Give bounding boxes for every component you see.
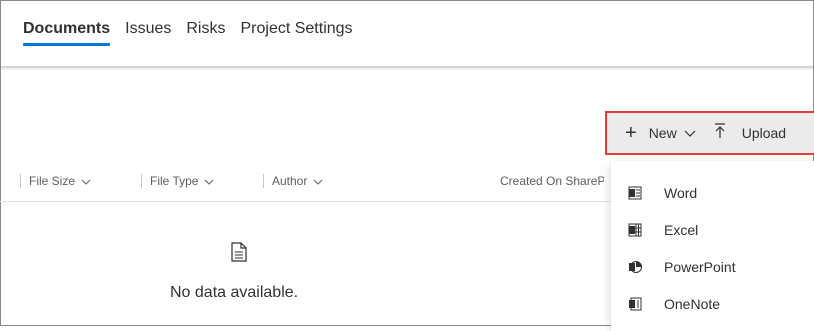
word-icon	[628, 186, 642, 200]
plus-icon: +	[625, 122, 637, 144]
column-label: Author	[272, 174, 308, 188]
column-label: File Size	[29, 174, 76, 188]
tab-risks[interactable]: Risks	[186, 20, 225, 46]
menu-item-onenote[interactable]: OneNote	[611, 286, 814, 322]
column-created-on-sharepoint[interactable]: Created On SharePoint	[492, 174, 604, 188]
column-label: File Type	[150, 174, 199, 188]
command-bar: + New Upload	[605, 111, 814, 155]
menu-item-excel[interactable]: Excel	[611, 212, 814, 248]
upload-button-label: Upload	[741, 125, 787, 141]
powerpoint-icon	[628, 260, 642, 274]
chevron-down-icon	[684, 125, 696, 141]
new-dropdown-menu: Word Excel PowerPoint OneNote	[611, 161, 814, 331]
column-divider	[141, 174, 142, 188]
menu-item-label: OneNote	[664, 296, 721, 312]
menu-item-label: Word	[664, 185, 698, 201]
chevron-down-icon	[313, 174, 323, 188]
menu-item-word[interactable]: Word	[611, 175, 814, 211]
header-divider	[1, 66, 813, 68]
menu-item-label: Excel	[664, 222, 699, 238]
column-divider	[20, 174, 21, 188]
tab-documents[interactable]: Documents	[23, 20, 111, 46]
column-headers: File Size File Type Author Created On Sh…	[0, 174, 604, 190]
new-button-label: New	[648, 125, 677, 141]
excel-icon	[628, 223, 642, 237]
onenote-icon	[628, 297, 642, 311]
tab-issues[interactable]: Issues	[125, 20, 171, 46]
tab-bar: Documents Issues Risks Project Settings	[23, 20, 368, 46]
column-file-size[interactable]: File Size	[20, 174, 91, 188]
menu-item-label: PowerPoint	[664, 259, 736, 275]
column-author[interactable]: Author	[263, 174, 323, 188]
column-file-type[interactable]: File Type	[141, 174, 214, 188]
column-divider	[263, 174, 264, 188]
empty-state-text: No data available.	[170, 284, 299, 301]
upload-button[interactable]: Upload	[714, 123, 786, 143]
chevron-down-icon	[204, 174, 214, 188]
chevron-down-icon	[81, 174, 91, 188]
document-icon	[231, 242, 247, 267]
new-button[interactable]: + New	[607, 123, 696, 143]
upload-icon	[714, 123, 726, 143]
menu-item-powerpoint[interactable]: PowerPoint	[611, 249, 814, 285]
column-label: Created On SharePoint	[500, 174, 604, 188]
tab-project-settings[interactable]: Project Settings	[240, 20, 352, 46]
